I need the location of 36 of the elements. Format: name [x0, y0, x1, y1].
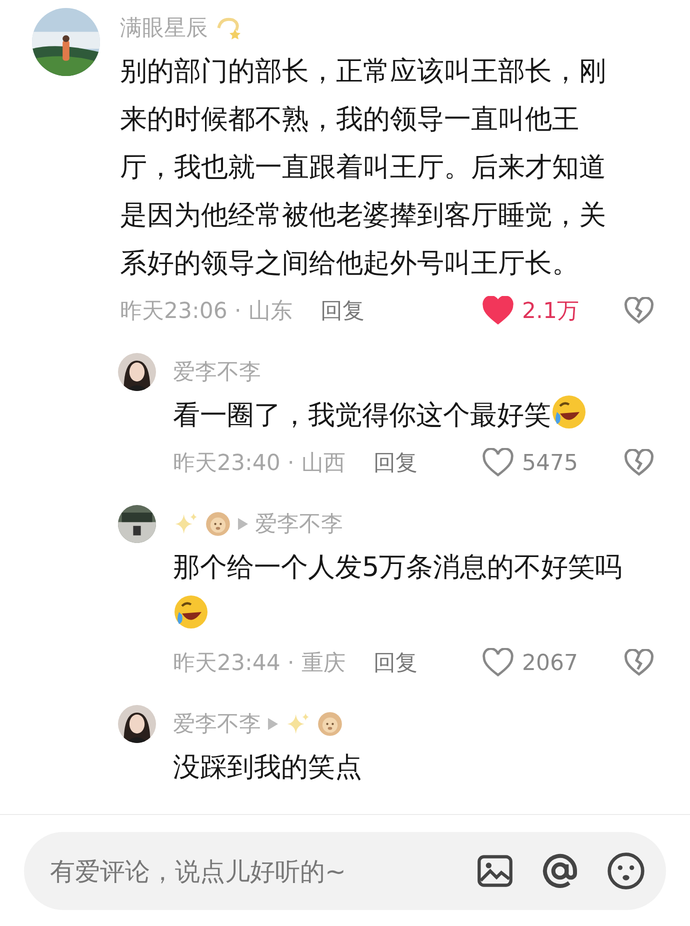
user-name[interactable]: 满眼星辰 [120, 13, 208, 43]
lion-icon [317, 711, 343, 737]
lion-icon [205, 511, 231, 537]
reply-link[interactable]: 回复 [320, 296, 364, 326]
dislike-button[interactable] [624, 649, 654, 677]
comment-time: 昨天23:44 · 重庆 [173, 650, 346, 678]
laughing-emoji-icon [173, 594, 209, 630]
reply-link[interactable]: 回复 [373, 648, 418, 678]
emoji-icon[interactable] [606, 851, 646, 891]
dislike-button[interactable] [624, 449, 654, 477]
comment-text: 那个给一个人发5万条消息的不好笑吗 [173, 552, 622, 583]
comment-time: 昨天23:40 · 山西 [173, 450, 346, 478]
broken-heart-icon [624, 449, 654, 477]
user-name[interactable]: 爱李不李 [255, 509, 343, 539]
reply-link[interactable]: 回复 [373, 448, 418, 478]
like-button[interactable]: 5475 [482, 448, 600, 478]
reply-arrow-icon [237, 517, 249, 531]
user-name[interactable]: 爱李不李 [173, 709, 261, 739]
heart-icon [482, 296, 514, 326]
comment-input[interactable]: 有爱评论，说点儿好听的~ [48, 856, 450, 886]
heart-icon [482, 648, 514, 678]
broken-heart-icon [624, 297, 654, 325]
reply-arrow-icon [267, 717, 279, 731]
comment-time: 昨天23:06 · 山东 [120, 298, 292, 326]
comment-text: 没踩到我的笑点 [173, 752, 362, 783]
broken-heart-icon [624, 649, 654, 677]
comment-text: 看一圈了，我觉得你这个最好笑 [173, 400, 551, 431]
heart-icon [482, 448, 514, 478]
like-button[interactable]: 2.1万 [482, 296, 600, 326]
like-button[interactable]: 2067 [482, 648, 600, 678]
image-icon[interactable] [476, 853, 514, 889]
comment-text: 别的部门的部长，正常应该叫王部长，刚来的时候都不熟，我的领导一直叫他王厅，我也就一直跟着叫王厅。后来才知道是因为他经常被他老婆撵到客厅睡觉，关系好的领导之间给他起外号叫王厅长。 [120, 56, 606, 279]
laughing-emoji-icon [551, 394, 587, 430]
dislike-button[interactable] [624, 297, 654, 325]
user-name[interactable]: 爱李不李 [173, 357, 261, 387]
mention-icon[interactable] [540, 851, 580, 891]
